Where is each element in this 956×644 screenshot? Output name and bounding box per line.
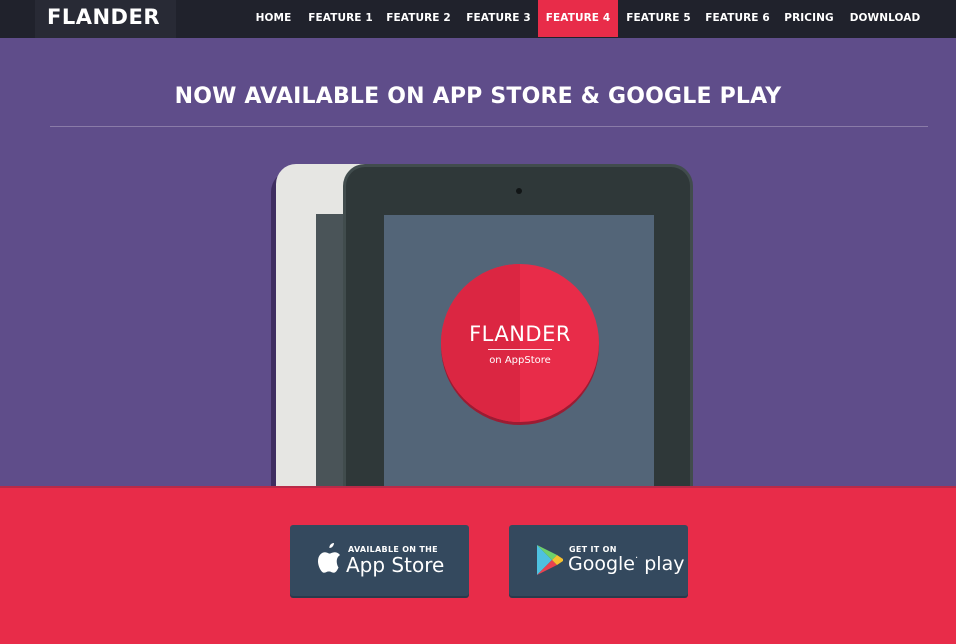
download-section	[0, 486, 956, 644]
nav-item-feature-1[interactable]: FEATURE 1	[304, 0, 377, 37]
heading-divider	[50, 126, 928, 127]
nav-item-feature-6[interactable]: FEATURE 6	[700, 0, 775, 37]
app-store-label: App Store	[346, 553, 445, 577]
trademark-mark: ·	[635, 553, 639, 564]
google-play-button[interactable]: GET IT ON Google· play	[509, 525, 688, 596]
badge-subtitle: on AppStore	[489, 355, 551, 366]
logo-container[interactable]: FLANDER	[35, 0, 176, 38]
badge-divider	[488, 349, 552, 350]
nav-item-home[interactable]: HOME	[246, 0, 301, 37]
nav-item-feature-4[interactable]: FEATURE 4	[538, 0, 618, 37]
hero-heading: NOW AVAILABLE ON APP STORE & GOOGLE PLAY	[174, 84, 782, 109]
app-store-button[interactable]: AVAILABLE ON THE App Store	[290, 525, 469, 596]
google-word: Google	[568, 553, 636, 575]
nav-item-feature-2[interactable]: FEATURE 2	[381, 0, 456, 37]
play-word: play	[644, 553, 685, 575]
nav-item-pricing[interactable]: PRICING	[781, 0, 837, 37]
site-logo[interactable]: FLANDER	[47, 5, 160, 29]
badge-title: FLANDER	[469, 322, 571, 346]
apple-icon	[318, 543, 340, 573]
nav-item-feature-5[interactable]: FEATURE 5	[621, 0, 696, 37]
google-play-icon	[537, 545, 563, 575]
nav-item-feature-3[interactable]: FEATURE 3	[461, 0, 536, 37]
google-play-label: Google· play	[568, 553, 684, 575]
app-badge: FLANDER on AppStore	[441, 264, 599, 422]
tablet-camera	[516, 188, 522, 194]
nav-item-download[interactable]: DOWNLOAD	[846, 0, 924, 37]
top-navbar: FLANDER HOME FEATURE 1 FEATURE 2 FEATURE…	[0, 0, 956, 38]
